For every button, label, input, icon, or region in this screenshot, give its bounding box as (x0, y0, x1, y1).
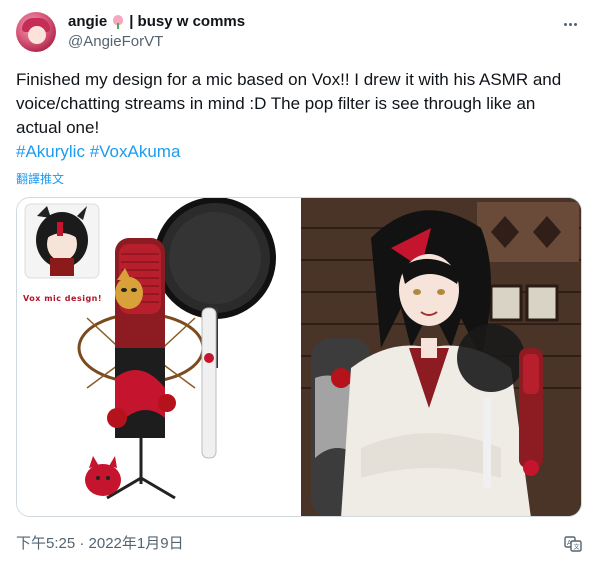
avatar-face (28, 26, 46, 44)
tulip-icon (110, 14, 126, 30)
author-names: angie | busy w comms @AngieForVT (68, 12, 245, 52)
media-image-mic-design[interactable]: Vox mic design! (17, 198, 299, 516)
display-name-suffix[interactable]: | busy w comms (129, 12, 245, 32)
avatar[interactable] (16, 12, 56, 52)
hashtag-list: #Akurylic #VoxAkuma (16, 140, 582, 164)
user-handle[interactable]: @AngieForVT (68, 32, 245, 52)
mic-design-illustration (24, 198, 276, 500)
mic-design-caption: Vox mic design! (23, 294, 103, 303)
translate-link[interactable]: 翻譯推文 (16, 170, 64, 187)
tweet-body: Finished my design for a mic based on Vo… (16, 68, 582, 164)
svg-text:A: A (567, 539, 572, 547)
vox-character-illustration (301, 198, 581, 516)
media-grid: Vox mic design! (16, 197, 582, 517)
media-image-vox-character[interactable] (301, 198, 581, 516)
tweet-text: Finished my design for a mic based on Vo… (16, 70, 562, 137)
hashtag-akurylic[interactable]: #Akurylic (16, 142, 85, 161)
display-name[interactable]: angie (68, 12, 107, 32)
tweet-header: angie | busy w comms @AngieForVT (16, 10, 582, 54)
tweet-timestamp[interactable]: 下午5:25 · 2022年1月9日 (16, 534, 184, 554)
svg-text:文: 文 (574, 543, 580, 551)
tweet-card: angie | busy w comms @AngieForVT Finishe… (0, 0, 598, 568)
display-name-row[interactable]: angie | busy w comms (68, 12, 245, 32)
hashtag-voxakuma[interactable]: #VoxAkuma (90, 142, 181, 161)
more-horizontal-icon[interactable] (560, 14, 580, 34)
translate-icon[interactable]: A 文 (564, 534, 582, 552)
